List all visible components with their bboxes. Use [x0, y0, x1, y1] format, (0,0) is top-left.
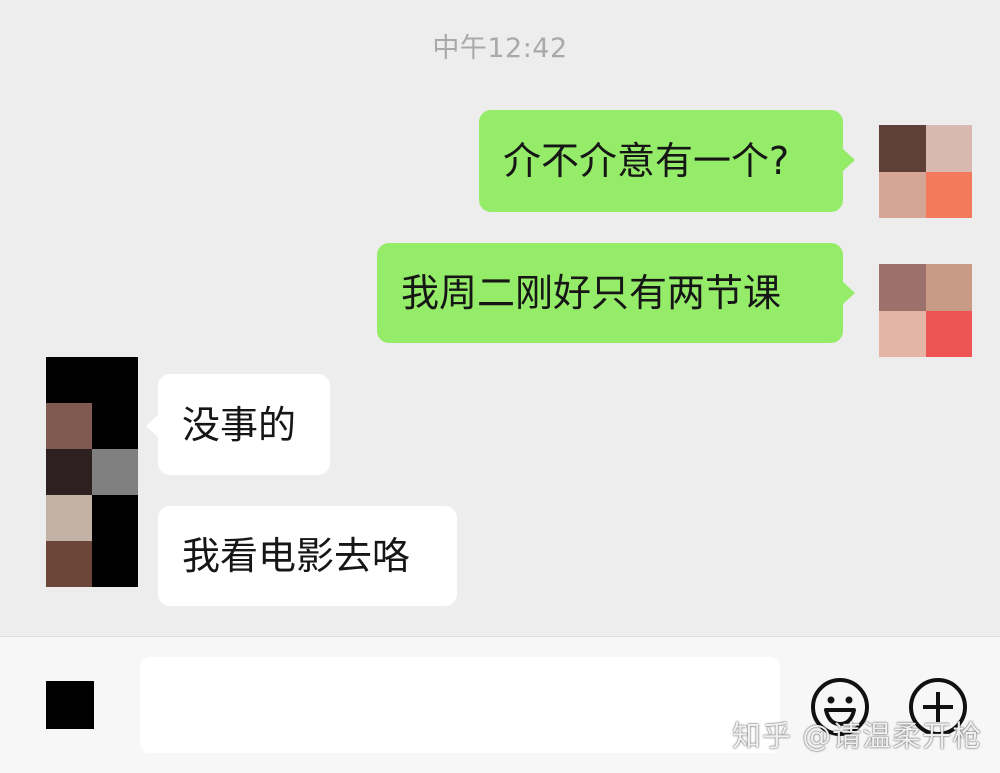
- avatar-pixel: [92, 403, 138, 449]
- avatar-pixel: [46, 403, 92, 449]
- message-bubble-incoming[interactable]: 没事的: [146, 374, 330, 475]
- avatar-pixel: [46, 357, 92, 403]
- avatar-pixel: [46, 541, 92, 587]
- message-text: 介不介意有一个?: [503, 139, 790, 183]
- message-bubble-incoming[interactable]: 我看电影去咯: [158, 506, 457, 606]
- message-input[interactable]: [140, 657, 780, 753]
- avatar-pixel: [46, 449, 92, 495]
- voice-icon[interactable]: [46, 681, 94, 729]
- self-avatar[interactable]: [879, 264, 972, 357]
- avatar-pixel: [92, 495, 138, 541]
- chat-area: 中午12:42 介不介意有一个? 我周二刚好只有两节课 没事的 我看电影去咯: [0, 0, 1000, 636]
- message-text: 没事的: [182, 402, 297, 447]
- avatar-pixel: [879, 171, 926, 218]
- avatar-pixel: [92, 449, 138, 495]
- message-bubble-outgoing[interactable]: 我周二刚好只有两节课: [377, 243, 855, 343]
- watermark: 知乎 @请温柔开枪: [732, 719, 983, 753]
- avatar-pixel: [879, 125, 926, 172]
- message-text: 我周二刚好只有两节课: [401, 271, 782, 315]
- avatar-pixel: [92, 357, 138, 403]
- avatar-pixel: [925, 264, 972, 311]
- avatar-pixel: [879, 264, 926, 311]
- avatar-pixel: [925, 171, 972, 218]
- avatar-pixel: [925, 310, 972, 357]
- message-bubble-outgoing[interactable]: 介不介意有一个?: [479, 110, 855, 212]
- contact-avatar[interactable]: [46, 357, 138, 587]
- message-timestamp: 中午12:42: [432, 33, 568, 64]
- avatar-pixel: [925, 125, 972, 172]
- avatar-pixel: [879, 310, 926, 357]
- message-text: 我看电影去咯: [182, 534, 411, 578]
- avatar-pixel: [46, 495, 92, 541]
- avatar-pixel: [92, 541, 138, 587]
- self-avatar[interactable]: [879, 125, 972, 218]
